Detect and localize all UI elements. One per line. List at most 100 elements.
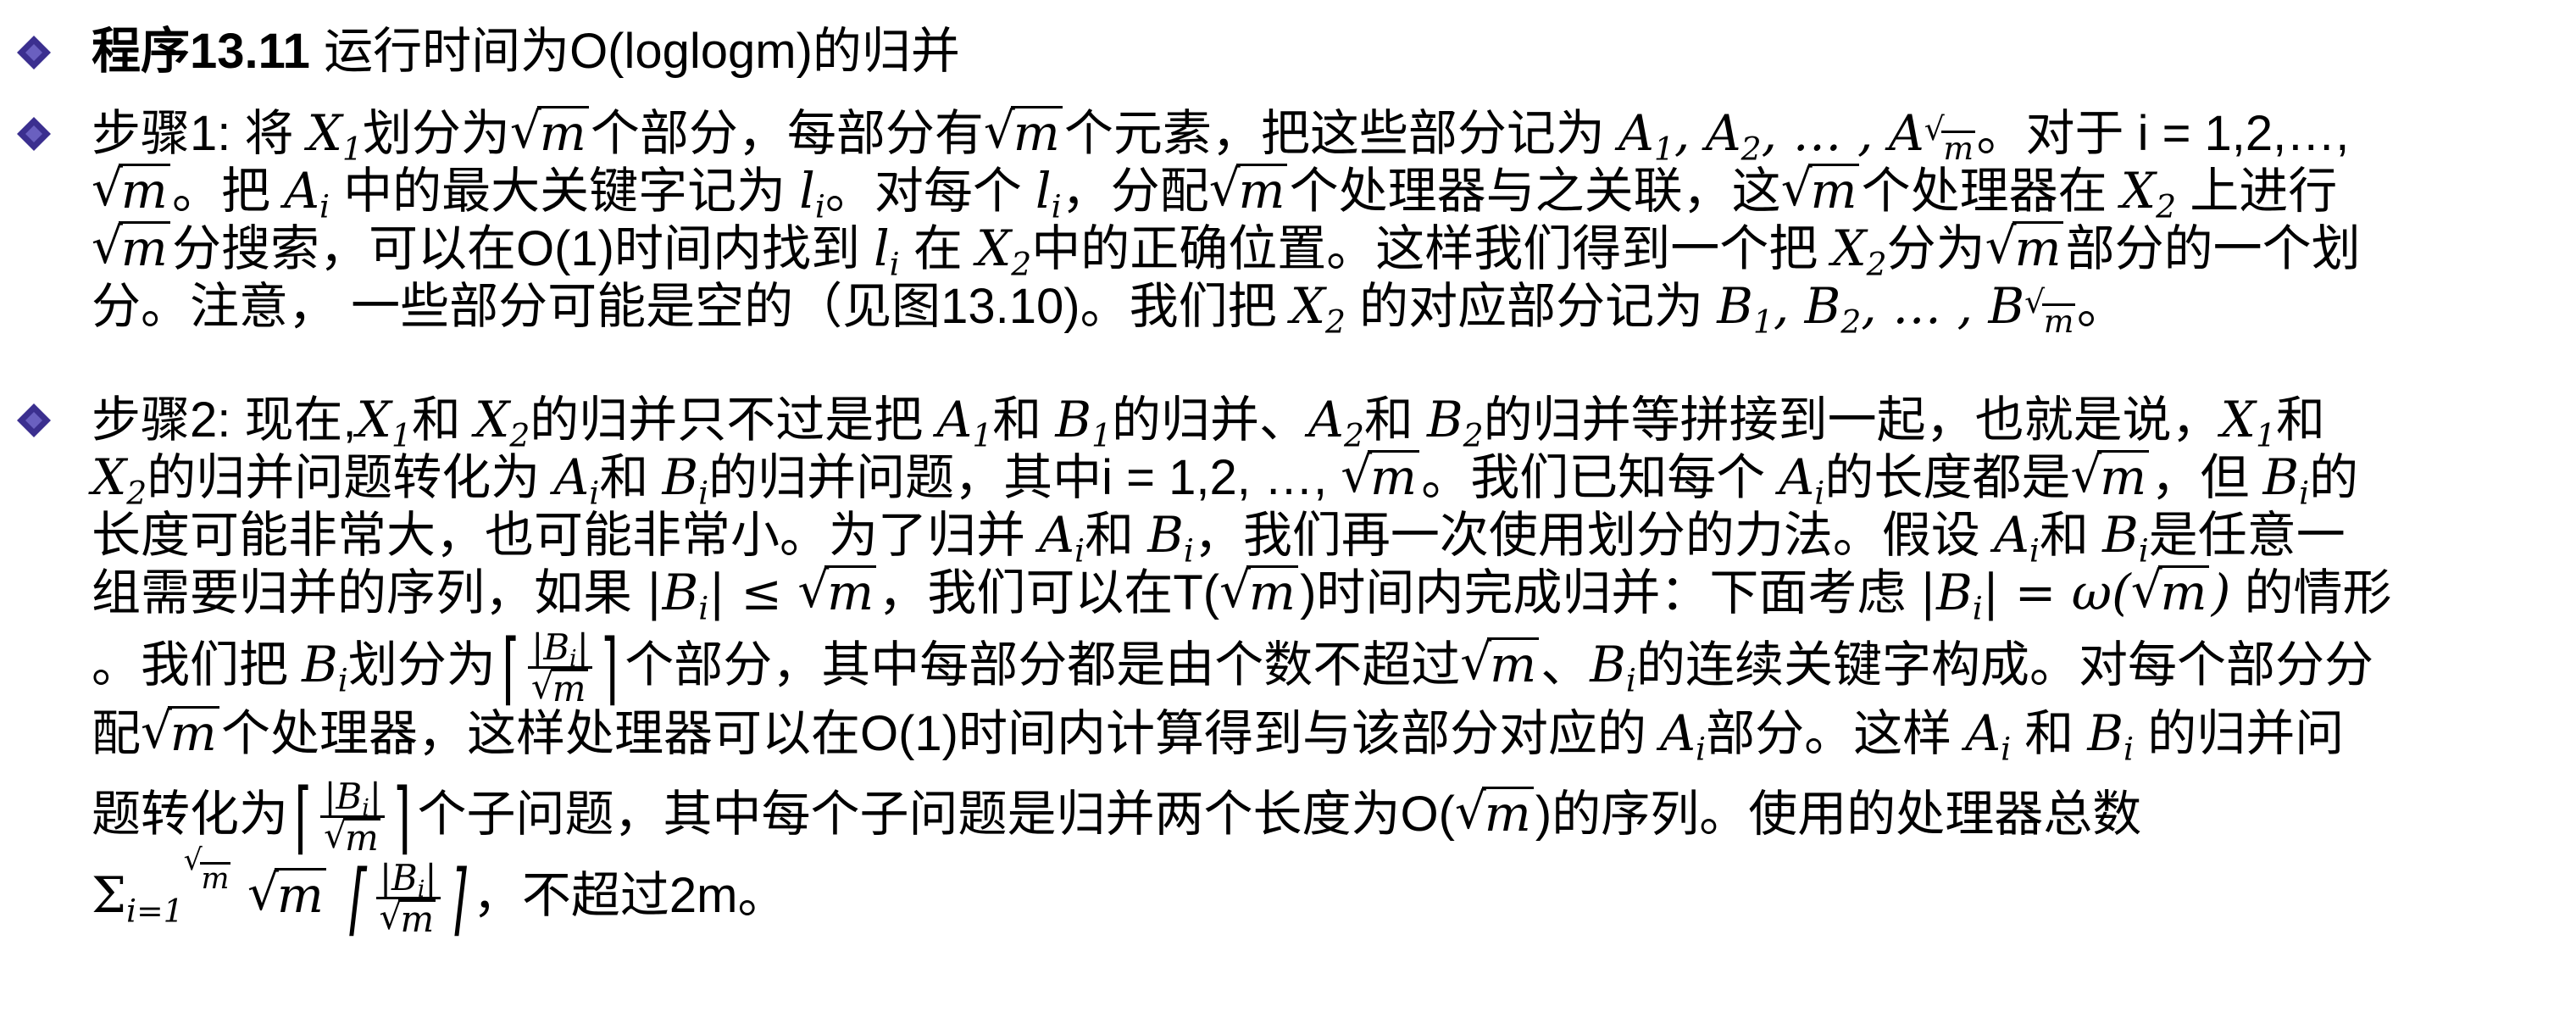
math-Ai: Ai <box>284 162 330 225</box>
text: 的连续关键字构成。对每个部分分 <box>1635 637 2373 693</box>
heading-title: 运行时间为O(loglogm)的归并 <box>309 24 960 79</box>
ceil-fraction: ⌈ |Bi| √ m ⌉ <box>502 622 619 715</box>
text: 个元素，把这些部分记为 <box>1063 106 1619 161</box>
sum-expression: Σi=1 √ m √ m ⌈ |Bi| √ m ⌉ <box>92 843 467 945</box>
sqrt-m: √ m <box>1209 160 1288 219</box>
sqrt-m: √ m <box>1985 218 2064 276</box>
math-B2: B2 <box>1427 391 1484 454</box>
text: 的归并问 <box>2134 706 2345 761</box>
text: 的归并等拼接到一起，也就是说， <box>1483 392 2221 448</box>
math-Bi: Bi <box>1590 636 1636 699</box>
heading-line: 程序13.11 运行时间为O(loglogm)的归并 <box>92 24 960 80</box>
math-li: li <box>874 220 900 283</box>
math-X2: X2 <box>92 448 147 512</box>
text: )的序列。使用的处理器总数 <box>1535 787 2142 843</box>
text: 的归并问题转化为 <box>147 450 554 505</box>
text: 个子问题，其中每个子问题是归并两个长度为O( <box>417 787 1455 843</box>
math-Ai: Ai <box>1779 448 1825 512</box>
math-X1: X1 <box>356 391 412 454</box>
sqrt-m: √ m <box>92 160 170 219</box>
math-Ai: Ai <box>1994 506 2040 570</box>
text: 分。注意， 一些部分可能是空的（见图13.10)。我们把 <box>92 279 1291 334</box>
sqrt-m: √ m <box>92 218 170 276</box>
text: 中的正确位置。这样我们得到一个把 <box>1031 221 1832 276</box>
text: 划分为 <box>362 106 510 161</box>
sqrt-m: √ m <box>1341 447 1419 505</box>
text: 分搜索，可以在O(1)时间内找到 <box>171 221 874 276</box>
text: 、 <box>1541 637 1591 693</box>
slide-page: 程序13.11 运行时间为O(loglogm)的归并 步骤1: 将 X1划分为 √… <box>0 0 2576 1029</box>
math-Bi: Bi <box>662 448 709 512</box>
step2-line-8: Σi=1 √ m √ m ⌈ |Bi| √ m ⌉ ，不超过2m。 <box>92 843 787 945</box>
step1-line-2: √ m。把 Ai 中的最大关键字记为 li。对每个 li，分配 √ m个处理器与之关联… <box>92 160 2337 225</box>
text: 和 <box>411 392 475 448</box>
step2-line-2: X2的归并问题转化为 Ai和 Bi的归并问题，其中i = 1,2, …, √ m。… <box>92 447 2359 512</box>
math-X2: X2 <box>475 391 530 454</box>
step1-line-1: 步骤1: 将 X1划分为 √ m个部分，每部分有 √ m个元素，把这些部分记为 A1, … <box>92 103 2350 165</box>
sqrt-m: √ m <box>141 703 219 761</box>
math-B-list: B1, B2, … , B √ m <box>1717 277 2076 341</box>
text: 在 <box>899 221 976 276</box>
math-Ai: Ai <box>553 448 600 512</box>
text: 步骤1: 将 <box>92 106 308 161</box>
math-X1: X1 <box>2220 391 2276 454</box>
math-X2: X2 <box>975 220 1032 283</box>
text: 。我们把 <box>92 637 303 693</box>
text: 。对每个 <box>824 164 1036 219</box>
text: 的情形 <box>2230 565 2392 620</box>
math-X2: X2 <box>1290 277 1346 341</box>
sqrt-m: √ m <box>984 103 1063 161</box>
math-li: li <box>1035 162 1062 225</box>
text: 题转化为 <box>92 787 289 843</box>
text: 是任意一 <box>2148 508 2346 563</box>
sqrt-m: √ m <box>1460 634 1539 692</box>
text: 和 <box>2275 392 2325 448</box>
math-Ai: Ai <box>1660 704 1707 768</box>
text: 个处理器，这样处理器可以在O(1)时间内计算得到与该部分对应的 <box>221 706 1661 761</box>
text: 的归并问题，其中i = 1,2, …, <box>708 450 1341 505</box>
text: 个处理器在 <box>1861 164 2121 219</box>
text: 。 <box>2076 279 2126 334</box>
step1-line-3: √ m分搜索，可以在O(1)时间内找到 li 在 X2中的正确位置。这样我们得到一… <box>92 218 2361 283</box>
text: 和 <box>599 450 663 505</box>
text: 配 <box>92 706 142 761</box>
text: 的 <box>2309 450 2359 505</box>
math-abs-Bi-omega: |Bi| = ω(√ m) <box>1919 561 2231 627</box>
ceil-fraction: ⌈ |Bi| √ m ⌉ <box>294 771 412 864</box>
math-A1: A1 <box>936 391 993 454</box>
text: 长度可能非常大，也可能非常小。为了归并 <box>92 508 1040 563</box>
text: ，我们再一次使用划分的力法。假设 <box>1193 508 1995 563</box>
diamond-bullet-icon <box>15 115 53 153</box>
program-number: 程序13.11 <box>92 24 310 79</box>
diamond-bullet-icon <box>15 34 53 71</box>
text: 的归并、 <box>1112 392 1309 448</box>
math-X2: X2 <box>2120 162 2177 225</box>
text: 和 <box>2011 706 2088 761</box>
math-li: li <box>799 162 825 225</box>
math-Ai: Ai <box>1965 704 2012 768</box>
step2-line-4: 组需要归并的序列，如果 |Bi| ≤ √ m，我们可以在T(√ m)时间内完成归并：… <box>92 561 2392 627</box>
math-X2: X2 <box>1831 220 1887 283</box>
text: 的归并只不过是把 <box>530 392 937 448</box>
text: 和 <box>2039 508 2103 563</box>
math-B1: B1 <box>1055 391 1113 454</box>
text: 个处理器与之关联，这 <box>1289 164 1781 219</box>
text: 步骤2: 现在, <box>92 392 357 448</box>
text: ，我们可以在T( <box>878 565 1220 620</box>
text: 。对于 i = 1,2,…, <box>1976 106 2350 161</box>
sqrt-m: √ m <box>1455 783 1534 842</box>
text: 部分的一个划 <box>2065 221 2361 276</box>
math-Ai: Ai <box>1039 506 1085 570</box>
text: 和 <box>992 392 1056 448</box>
step2-line-5: 。我们把 Bi划分为⌈ |Bi| √ m ⌉ 个部分，其中每部分都是由个数不超过 √ m、Bi… <box>92 629 2373 709</box>
text: 分为 <box>1886 221 1985 276</box>
text: 部分。这样 <box>1706 706 1966 761</box>
math-Bi: Bi <box>302 636 348 699</box>
sqrt-m: √ m <box>1781 160 1860 219</box>
step2-line-1: 步骤2: 现在,X1和 X2的归并只不过是把 A1和 B1的归并、A2和 B2的… <box>92 391 2325 454</box>
sqrt-m: √ m <box>2070 447 2149 505</box>
sqrt-m: √ m <box>1219 562 1298 620</box>
math-Bi: Bi <box>2102 506 2149 570</box>
math-Bi: Bi <box>2262 448 2310 512</box>
text: 组需要归并的序列，如果 <box>92 565 647 620</box>
